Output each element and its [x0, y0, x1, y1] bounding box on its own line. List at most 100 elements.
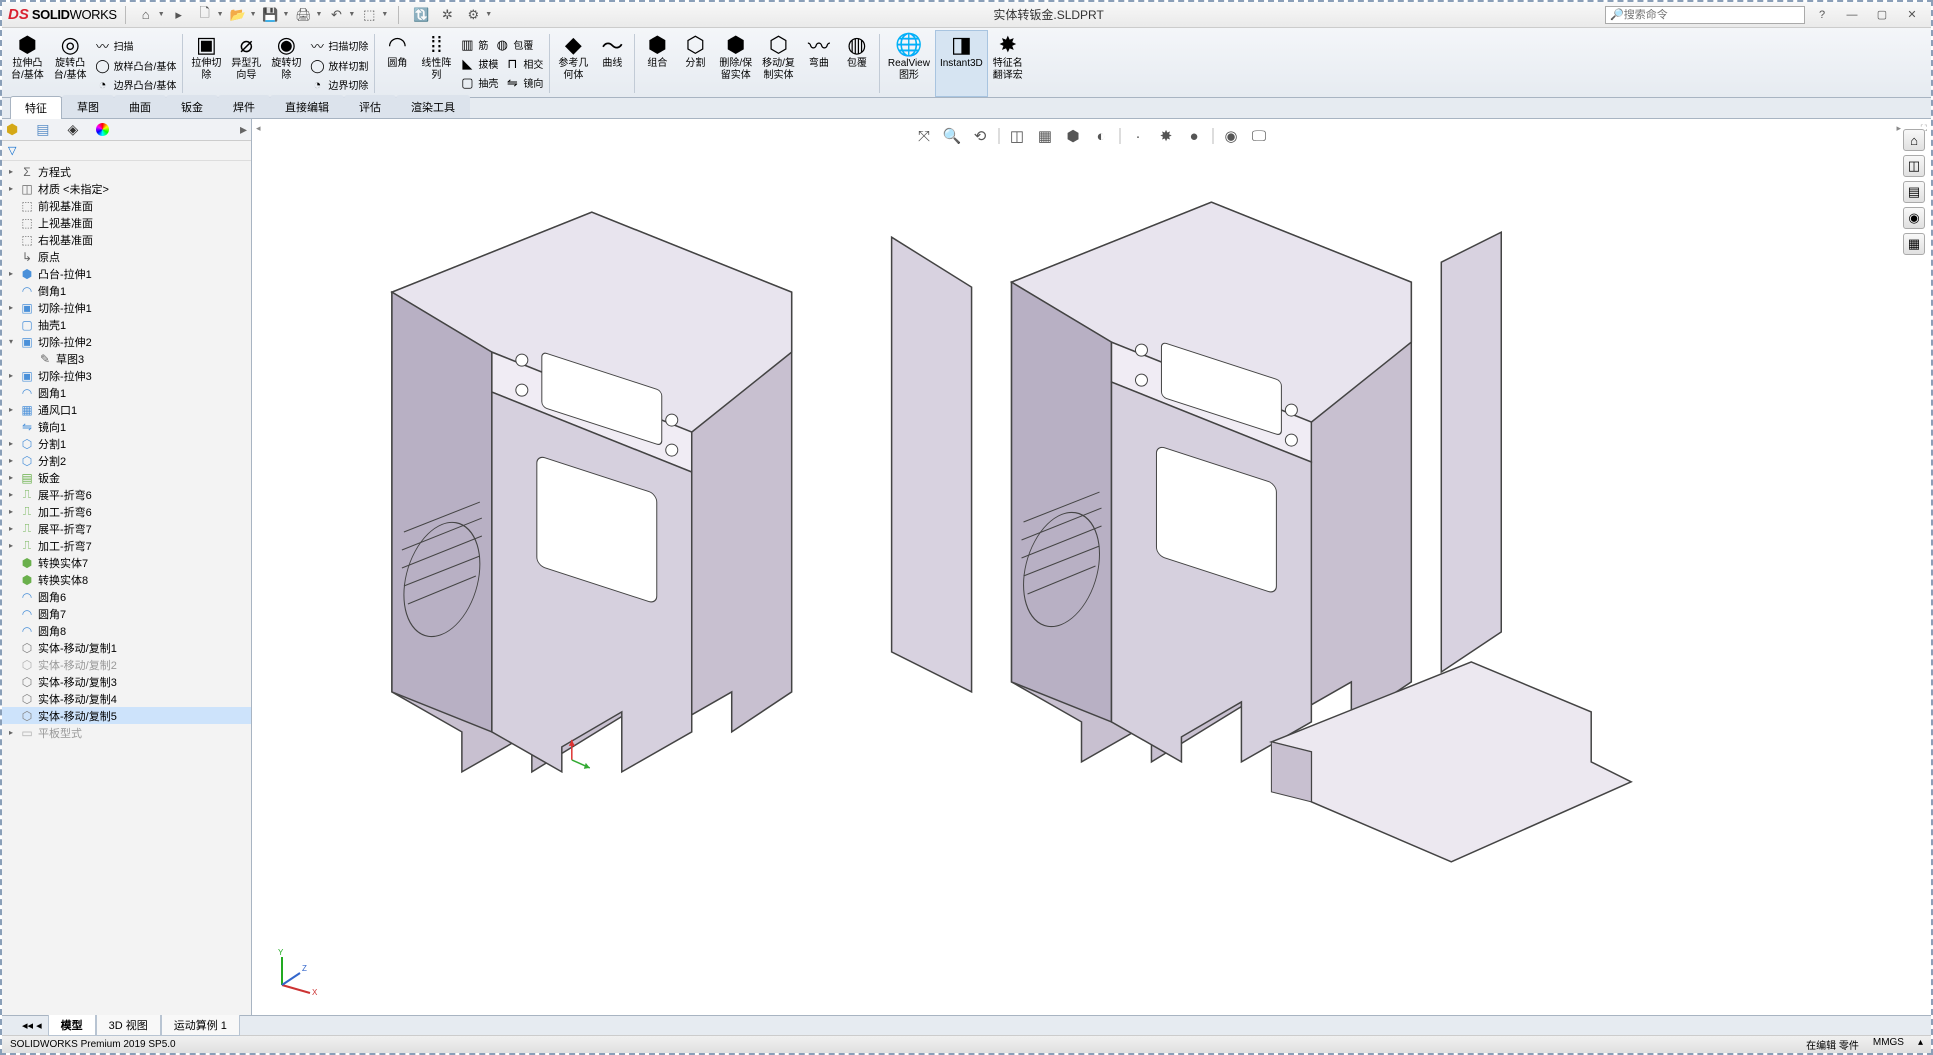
- tree-圆角6[interactable]: ◠圆角6: [2, 588, 251, 605]
- help-button[interactable]: ?: [1809, 6, 1835, 24]
- tree-原点[interactable]: ↳原点: [2, 248, 251, 265]
- ribbon-镜向[interactable]: ⇋镜向: [501, 74, 546, 92]
- ribbon-拔模[interactable]: ◣拔模: [456, 55, 501, 73]
- tree-凸台-拉伸1[interactable]: ▸⬢凸台-拉伸1: [2, 265, 251, 282]
- tree-右视基准面[interactable]: ⬚右视基准面: [2, 231, 251, 248]
- tree-前视基准面[interactable]: ⬚前视基准面: [2, 197, 251, 214]
- tab-渲染工具[interactable]: 渲染工具: [396, 95, 470, 118]
- view-tool-5[interactable]: ⬢: [1063, 127, 1083, 145]
- tree-展平-折弯7[interactable]: ▸⎍展平-折弯7: [2, 520, 251, 537]
- tree-toggle-icon[interactable]: ▸: [6, 490, 16, 499]
- ribbon-特征名翻译宏[interactable]: ✸特征名 翻译宏: [988, 30, 1028, 97]
- tree-镜向1[interactable]: ⇋镜向1: [2, 418, 251, 435]
- fm-tab-expand[interactable]: ▸: [240, 121, 247, 138]
- taskpane-tab-0[interactable]: ⌂: [1903, 129, 1925, 151]
- home-button[interactable]: ⌂: [134, 5, 158, 25]
- dropdown-arrow-icon[interactable]: ▼: [158, 11, 165, 18]
- ribbon-线性阵列[interactable]: ⁞⁞线性阵 列: [416, 30, 456, 97]
- ribbon-异型孔向导[interactable]: ⌀异型孔 向导: [226, 30, 266, 97]
- settings-button[interactable]: ⚙: [461, 5, 485, 25]
- graphics-viewport[interactable]: ◂ ▸ ⛶ ⤧🔍⟲◫▦⬢◐·✸●◉🖵 ⌂◫▤◉▦: [252, 119, 1931, 1015]
- fm-tab-config[interactable]: ◈: [67, 121, 78, 138]
- status-units[interactable]: MMGS: [1873, 1037, 1904, 1052]
- tree-toggle-icon[interactable]: ▸: [6, 269, 16, 278]
- view-tool-6[interactable]: ◐: [1091, 128, 1111, 145]
- bottom-tab-模型[interactable]: 模型: [48, 1015, 96, 1036]
- tree-toggle-icon[interactable]: ▸: [6, 473, 16, 482]
- tree-转换实体8[interactable]: ⬢转换实体8: [2, 571, 251, 588]
- view-tool-1[interactable]: 🔍: [942, 127, 962, 145]
- ribbon-弯曲[interactable]: 〰弯曲: [800, 30, 838, 97]
- taskpane-tab-4[interactable]: ▦: [1903, 233, 1925, 255]
- tree-圆角1[interactable]: ◠圆角1: [2, 384, 251, 401]
- tree-实体-移动/复制3[interactable]: ⬡实体-移动/复制3: [2, 673, 251, 690]
- fm-tab-property[interactable]: ▤: [36, 121, 49, 138]
- tree-加工-折弯6[interactable]: ▸⎍加工-折弯6: [2, 503, 251, 520]
- tree-实体-移动/复制2[interactable]: ⬡实体-移动/复制2: [2, 656, 251, 673]
- undo-button[interactable]: ↶: [324, 5, 348, 25]
- view-tool-0[interactable]: ⤧: [914, 128, 934, 145]
- ribbon-边界凸台/基体[interactable]: ◔边界凸台/基体: [92, 76, 180, 93]
- tab-草图[interactable]: 草图: [62, 95, 114, 118]
- tree-toggle-icon[interactable]: ▸: [6, 167, 16, 176]
- tree-toggle-icon[interactable]: ▸: [6, 405, 16, 414]
- tree-圆角7[interactable]: ◠圆角7: [2, 605, 251, 622]
- tree-toggle-icon[interactable]: ▸: [6, 184, 16, 193]
- tree-toggle-icon[interactable]: ▸: [6, 728, 16, 737]
- bottom-tab-运动算例 1[interactable]: 运动算例 1: [161, 1015, 240, 1036]
- view-tool-11[interactable]: 🖵: [1249, 128, 1269, 145]
- tree-toggle-icon[interactable]: ▸: [6, 524, 16, 533]
- taskpane-tab-2[interactable]: ▤: [1903, 181, 1925, 203]
- dropdown-arrow-icon[interactable]: ▼: [381, 11, 388, 18]
- bottom-tab-3D 视图[interactable]: 3D 视图: [96, 1015, 161, 1036]
- tree-切除-拉伸3[interactable]: ▸▣切除-拉伸3: [2, 367, 251, 384]
- tree-toggle-icon[interactable]: ▸: [6, 439, 16, 448]
- tab-曲面[interactable]: 曲面: [114, 95, 166, 118]
- tab-焊件[interactable]: 焊件: [218, 95, 270, 118]
- tree-分割2[interactable]: ▸⬡分割2: [2, 452, 251, 469]
- tree-分割1[interactable]: ▸⬡分割1: [2, 435, 251, 452]
- tree-toggle-icon[interactable]: ▸: [6, 507, 16, 516]
- tab-评估[interactable]: 评估: [344, 95, 396, 118]
- dropdown-arrow-icon[interactable]: ▼: [485, 11, 492, 18]
- ribbon-曲线[interactable]: 〜曲线: [593, 30, 631, 97]
- tree-切除-拉伸1[interactable]: ▸▣切除-拉伸1: [2, 299, 251, 316]
- tab-特征[interactable]: 特征: [10, 96, 62, 119]
- status-arrow-icon[interactable]: ▴: [1918, 1037, 1923, 1052]
- view-tool-8[interactable]: ✸: [1156, 127, 1176, 145]
- view-tool-9[interactable]: ●: [1184, 128, 1204, 145]
- view-tool-2[interactable]: ⟲: [970, 127, 990, 145]
- ribbon-组合[interactable]: ⬢组合: [638, 30, 676, 97]
- dropdown-arrow-icon[interactable]: ▼: [250, 11, 257, 18]
- ribbon-拉伸凸台/基体[interactable]: ⬢拉伸凸 台/基体: [6, 30, 49, 97]
- tree-草图3[interactable]: ✎草图3: [2, 350, 251, 367]
- panel-collapse-right[interactable]: ▸: [1896, 123, 1901, 134]
- ribbon-Instant3D[interactable]: ◨Instant3D: [935, 30, 988, 97]
- select-button[interactable]: ⬚: [357, 5, 381, 25]
- ribbon-RealView图形[interactable]: 🌐RealView 图形: [883, 30, 935, 97]
- tree-平板型式[interactable]: ▸▭平板型式: [2, 724, 251, 741]
- panel-collapse-left[interactable]: ◂: [256, 123, 261, 134]
- model-view[interactable]: [252, 119, 1931, 1015]
- view-tool-10[interactable]: ◉: [1221, 127, 1241, 145]
- open-button[interactable]: 📂: [226, 5, 250, 25]
- ribbon-拉伸切除[interactable]: ▣拉伸切 除: [186, 30, 226, 97]
- search-input[interactable]: [1624, 9, 1800, 21]
- ribbon-旋转切除[interactable]: ◉旋转切 除: [266, 30, 306, 97]
- tree-通风口1[interactable]: ▸▦通风口1: [2, 401, 251, 418]
- tree-加工-折弯7[interactable]: ▸⎍加工-折弯7: [2, 537, 251, 554]
- search-box[interactable]: 🔎: [1605, 6, 1805, 24]
- fm-tab-tree[interactable]: ⬢: [6, 121, 18, 138]
- ribbon-放样凸台/基体[interactable]: ◯放样凸台/基体: [92, 57, 180, 75]
- ribbon-筋[interactable]: ▥筋: [456, 36, 491, 54]
- tree-toggle-icon[interactable]: ▸: [6, 303, 16, 312]
- view-tool-3[interactable]: ◫: [1007, 127, 1027, 145]
- tree-toggle-icon[interactable]: ▸: [6, 371, 16, 380]
- fm-filter-bar[interactable]: ▽: [2, 141, 251, 161]
- tree-toggle-icon[interactable]: ▾: [6, 337, 16, 346]
- tab-钣金[interactable]: 钣金: [166, 95, 218, 118]
- tree-实体-移动/复制4[interactable]: ⬡实体-移动/复制4: [2, 690, 251, 707]
- ribbon-放样切割[interactable]: ◯放样切割: [306, 57, 371, 75]
- tab-直接编辑[interactable]: 直接编辑: [270, 95, 344, 118]
- minimize-button[interactable]: —: [1839, 6, 1865, 24]
